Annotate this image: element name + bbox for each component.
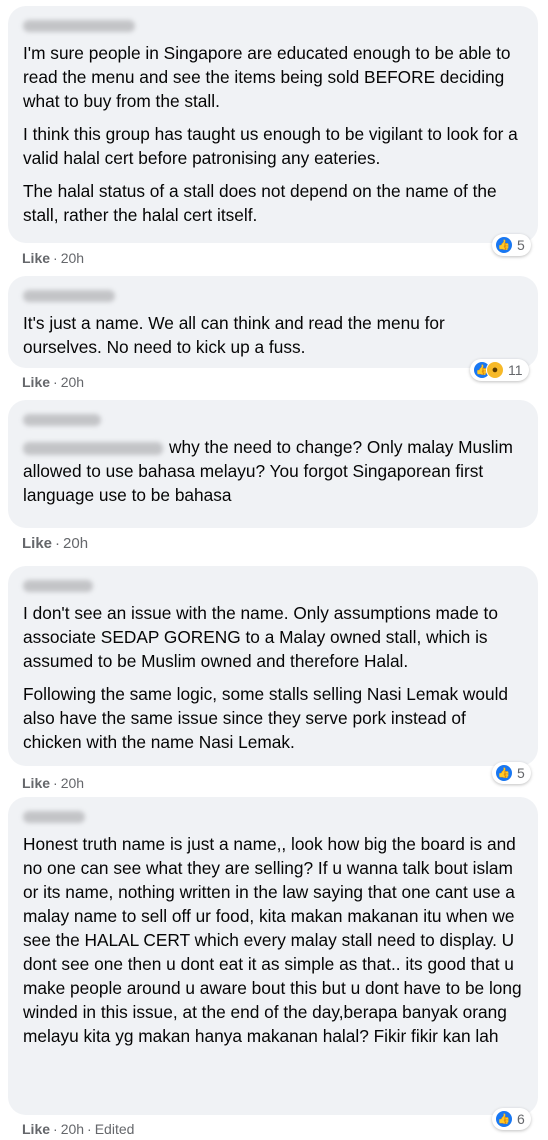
reaction-count: 5 <box>517 237 525 253</box>
comment-actions: Like · 20h <box>22 535 89 552</box>
edited-label: Edited <box>94 1121 135 1137</box>
author-name-redacted[interactable] <box>23 414 101 426</box>
reaction-summary[interactable]: 👍 5 <box>492 762 531 784</box>
timestamp[interactable]: 20h <box>61 775 84 791</box>
comment-paragraph: It's just a name. We all can think and r… <box>23 313 445 357</box>
author-name-redacted[interactable] <box>23 580 93 592</box>
comment-bubble: It's just a name. We all can think and r… <box>8 276 538 368</box>
timestamp[interactable]: 20h <box>61 250 84 266</box>
reaction-count: 11 <box>508 362 523 378</box>
like-icon: 👍 <box>495 236 513 254</box>
reaction-summary[interactable]: 👍 5 <box>492 234 531 256</box>
comment-bubble: why the need to change? Only malay Musli… <box>8 400 538 528</box>
comment-bubble: I'm sure people in Singapore are educate… <box>8 6 538 243</box>
comment-bubble: Honest truth name is just a name,, look … <box>8 797 538 1115</box>
reaction-summary[interactable]: 👍 ● 11 <box>470 359 529 381</box>
tagged-name-redacted[interactable] <box>23 441 163 455</box>
comment-paragraph: The halal status of a stall does not dep… <box>23 181 497 225</box>
author-name-redacted[interactable] <box>23 20 135 32</box>
comment-paragraph: Following the same logic, some stalls se… <box>23 684 509 752</box>
reaction-count: 6 <box>517 1111 525 1127</box>
like-button[interactable]: Like <box>22 374 50 390</box>
comment-paragraph: I'm sure people in Singapore are educate… <box>23 43 511 111</box>
reaction-count: 5 <box>517 765 525 781</box>
like-icon: 👍 <box>495 1110 513 1128</box>
like-button[interactable]: Like <box>22 535 52 552</box>
author-name-redacted[interactable] <box>23 290 115 302</box>
wow-icon: ● <box>486 361 504 379</box>
reaction-summary[interactable]: 👍 6 <box>492 1108 531 1130</box>
comment-actions: Like · 20h · Edited <box>22 1121 135 1137</box>
timestamp[interactable]: 20h <box>61 374 84 390</box>
comment-paragraph: Honest truth name is just a name,, look … <box>23 834 522 1046</box>
like-icon: 👍 <box>495 764 513 782</box>
timestamp[interactable]: 20h <box>63 535 88 552</box>
comment-actions: Like · 20h <box>22 250 85 266</box>
comment-actions: Like · 20h <box>22 374 85 390</box>
like-button[interactable]: Like <box>22 775 50 791</box>
author-name-redacted[interactable] <box>23 811 85 823</box>
like-button[interactable]: Like <box>22 250 50 266</box>
comment-paragraph: why the need to change? Only malay Musli… <box>23 437 513 505</box>
like-button[interactable]: Like <box>22 1121 50 1137</box>
comment-actions: Like · 20h <box>22 775 85 791</box>
comment-bubble: I don't see an issue with the name. Only… <box>8 566 538 766</box>
comment-paragraph: I think this group has taught us enough … <box>23 124 518 168</box>
timestamp[interactable]: 20h <box>61 1121 84 1137</box>
comment-paragraph: I don't see an issue with the name. Only… <box>23 603 498 671</box>
